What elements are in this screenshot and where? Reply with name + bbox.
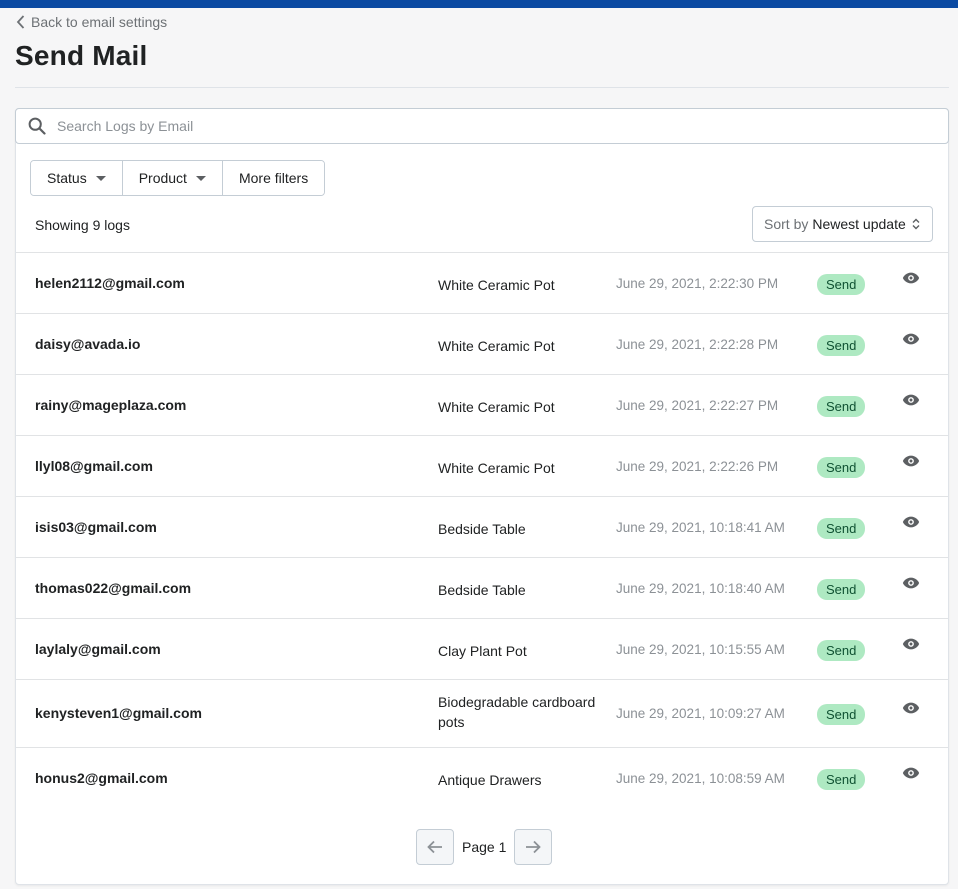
eye-icon[interactable] <box>902 454 920 468</box>
caret-down-icon <box>95 175 106 181</box>
table-row: llyl08@gmail.com White Ceramic Pot June 29… <box>16 435 948 496</box>
status-badge: Send <box>817 640 866 661</box>
status-filter-button[interactable]: Status <box>31 161 123 195</box>
eye-icon[interactable] <box>902 701 920 715</box>
table-row: rainy@mageplaza.com White Ceramic Pot June… <box>16 374 948 435</box>
log-product: Bedside Table <box>438 521 526 537</box>
eye-icon[interactable] <box>902 271 920 285</box>
log-date: June 29, 2021, 2:22:28 PM <box>616 337 779 352</box>
log-date: June 29, 2021, 10:15:55 AM <box>616 642 785 657</box>
log-email: llyl08@gmail.com <box>35 458 153 474</box>
status-filter-label: Status <box>47 170 87 186</box>
arrow-left-icon <box>427 840 442 854</box>
log-date: June 29, 2021, 10:18:41 AM <box>616 520 785 535</box>
status-badge: Send <box>817 457 866 478</box>
page-title: Send Mail <box>15 40 148 71</box>
page-label: Page 1 <box>462 839 507 855</box>
eye-icon[interactable] <box>902 576 920 590</box>
table-row: laylaly@gmail.com Clay Plant Pot June 29, … <box>16 618 948 679</box>
search-input[interactable] <box>57 118 917 134</box>
status-badge: Send <box>817 274 866 295</box>
results-count: Showing 9 logs <box>35 217 130 233</box>
search-bar <box>15 108 949 144</box>
log-date: June 29, 2021, 2:22:30 PM <box>616 276 779 291</box>
log-date: June 29, 2021, 10:08:59 AM <box>616 771 785 786</box>
top-accent-bar <box>0 0 958 8</box>
log-email: isis03@gmail.com <box>35 519 157 535</box>
log-product: Bedside Table <box>438 582 526 598</box>
back-link[interactable]: Back to email settings <box>16 13 167 31</box>
table-row: kenysteven1@gmail.com Biodegradable cardb… <box>16 679 948 747</box>
status-badge: Send <box>817 518 866 539</box>
log-email: rainy@mageplaza.com <box>35 397 187 413</box>
header-divider <box>15 87 949 88</box>
status-badge: Send <box>817 769 866 790</box>
table-row: helen2112@gmail.com White Ceramic Pot June… <box>16 252 948 313</box>
status-badge: Send <box>817 579 866 600</box>
sort-updown-icon <box>912 218 920 230</box>
log-date: June 29, 2021, 2:22:27 PM <box>616 398 779 413</box>
log-date: June 29, 2021, 10:18:40 AM <box>616 581 785 596</box>
eye-icon[interactable] <box>902 766 920 780</box>
log-product: Clay Plant Pot <box>438 643 527 659</box>
chevron-left-icon <box>16 15 25 29</box>
table-row: daisy@avada.io White Ceramic Pot June 29, … <box>16 313 948 374</box>
table-row: isis03@gmail.com Bedside Table June 29, 20… <box>16 496 948 557</box>
log-email: honus2@gmail.com <box>35 770 168 786</box>
product-filter-button[interactable]: Product <box>122 161 223 195</box>
log-email: daisy@avada.io <box>35 336 141 352</box>
sort-value: Newest update <box>812 216 906 232</box>
logs-table: helen2112@gmail.com White Ceramic Pot June… <box>16 252 948 808</box>
pagination: Page 1 <box>416 829 553 865</box>
log-product: Antique Drawers <box>438 772 542 788</box>
sort-select[interactable]: Sort by Newest update <box>752 206 933 242</box>
status-badge: Send <box>817 335 866 356</box>
table-row: thomas022@gmail.com Bedside Table June 29,… <box>16 557 948 618</box>
caret-down-icon <box>195 175 206 181</box>
search-icon <box>28 117 46 135</box>
eye-icon[interactable] <box>902 515 920 529</box>
status-badge: Send <box>817 704 866 725</box>
sort-prefix: Sort by <box>764 216 809 232</box>
eye-icon[interactable] <box>902 393 920 407</box>
more-filters-button[interactable]: More filters <box>222 161 325 195</box>
log-product: White Ceramic Pot <box>438 277 555 293</box>
more-filters-label: More filters <box>238 170 309 186</box>
next-page-button[interactable] <box>514 829 553 865</box>
log-date: June 29, 2021, 2:22:26 PM <box>616 459 779 474</box>
prev-page-button[interactable] <box>416 829 454 865</box>
log-product: White Ceramic Pot <box>438 399 555 415</box>
log-email: thomas022@gmail.com <box>35 580 192 596</box>
status-badge: Send <box>817 396 866 417</box>
log-product: Biodegradable cardboard pots <box>438 694 596 730</box>
log-product: White Ceramic Pot <box>438 460 555 476</box>
filter-group: Status Product More filters <box>30 160 326 196</box>
product-filter-label: Product <box>138 170 187 186</box>
logs-card: Status Product More filters Showing 9 lo… <box>15 108 949 885</box>
table-row: honus2@gmail.com Antique Drawers June 29, … <box>16 747 948 808</box>
log-email: laylaly@gmail.com <box>35 641 161 657</box>
log-email: kenysteven1@gmail.com <box>35 705 202 721</box>
log-email: helen2112@gmail.com <box>35 275 185 291</box>
log-product: White Ceramic Pot <box>438 338 555 354</box>
eye-icon[interactable] <box>902 637 920 651</box>
log-date: June 29, 2021, 10:09:27 AM <box>616 706 785 721</box>
arrow-right-icon <box>526 840 542 854</box>
back-link-label: Back to email settings <box>31 14 168 30</box>
eye-icon[interactable] <box>902 332 920 346</box>
